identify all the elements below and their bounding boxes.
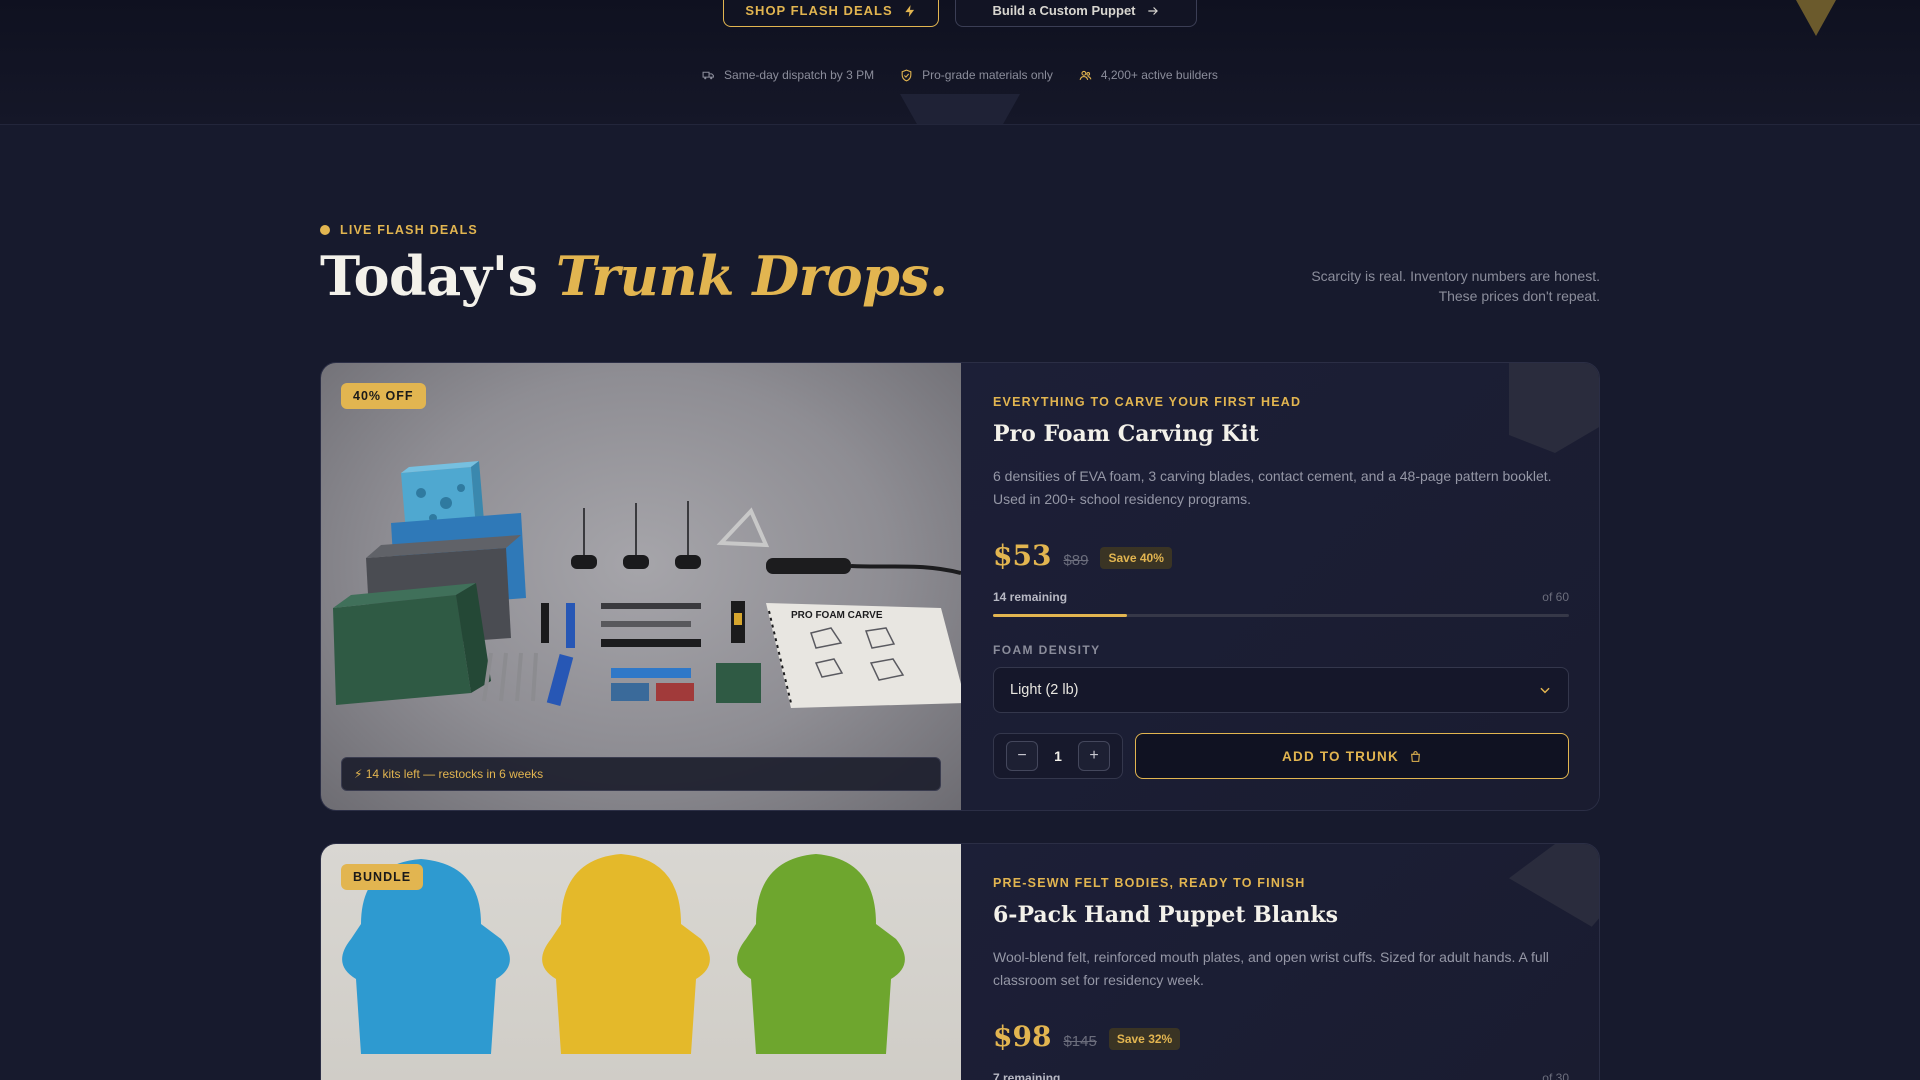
section-note-line-2: These prices don't repeat. bbox=[1438, 288, 1600, 304]
decrease-quantity-button[interactable]: − bbox=[1006, 741, 1038, 771]
price-original: $145 bbox=[1063, 1033, 1097, 1050]
trust-item-dispatch: Same-day dispatch by 3 PM bbox=[702, 68, 874, 82]
stock-total: of 60 bbox=[1542, 590, 1569, 604]
product-card-puppet-blanks: BUNDLE PRE-SEWN FELT BODIES, READY TO FI… bbox=[320, 843, 1600, 1080]
product-description: 6 densities of EVA foam, 3 carving blade… bbox=[993, 468, 1552, 507]
bundle-badge: BUNDLE bbox=[341, 864, 424, 890]
stock-remaining: 14 remaining bbox=[993, 590, 1068, 604]
live-dot-icon bbox=[320, 225, 330, 235]
chevron-down-icon bbox=[1540, 687, 1550, 694]
section-eyebrow: LIVE FLASH DEALS bbox=[320, 223, 478, 237]
quantity-stepper: − 1 + bbox=[993, 733, 1123, 779]
product-title: Pro Foam Carving Kit bbox=[993, 421, 1259, 447]
arrow-right-icon bbox=[1147, 6, 1158, 15]
stock-remaining: 7 remaining bbox=[993, 1071, 1061, 1080]
booklet-title: PRO FOAM CARVE bbox=[791, 610, 883, 621]
shop-flash-deals-button[interactable]: SHOP FLASH DEALS bbox=[723, 0, 939, 27]
trust-item-builders: 4,200+ active builders bbox=[1079, 68, 1218, 82]
trust-label: Same-day dispatch by 3 PM bbox=[724, 68, 875, 82]
shop-flash-deals-label: SHOP FLASH DEALS bbox=[745, 3, 893, 18]
section-note: Scarcity is real. Inventory numbers are … bbox=[1200, 266, 1600, 306]
price-current: $98 bbox=[993, 1020, 1052, 1053]
product-kicker: EVERYTHING TO CARVE YOUR FIRST HEAD bbox=[993, 395, 1302, 409]
price-original: $89 bbox=[1063, 552, 1089, 569]
buy-row: − 1 + ADD TO TRUNK bbox=[993, 733, 1569, 779]
discount-badge: 40% OFF bbox=[341, 383, 426, 409]
section-title-plain: Today's bbox=[320, 244, 556, 308]
product-details: EVERYTHING TO CARVE YOUR FIRST HEAD Pro … bbox=[961, 363, 1599, 810]
decorative-corner bbox=[1509, 363, 1599, 453]
product-kicker: PRE-SEWN FELT BODIES, READY TO FINISH bbox=[993, 876, 1306, 890]
section-note-line-1: Scarcity is real. Inventory numbers are … bbox=[1311, 268, 1600, 284]
select-value: Light (2 lb) bbox=[1010, 682, 1079, 698]
trust-label: 4,200+ active builders bbox=[1100, 68, 1218, 82]
decorative-triangle bbox=[1796, 0, 1836, 36]
price-row: $98 $145 Save 32% bbox=[993, 1020, 1569, 1053]
stock-progress-fill bbox=[993, 614, 1128, 617]
stock-note: ⚡ 14 kits left — restocks in 6 weeks bbox=[341, 757, 941, 791]
eyebrow-label: LIVE FLASH DEALS bbox=[340, 223, 478, 237]
trust-label: Pro-grade materials only bbox=[922, 68, 1053, 82]
option-label: FOAM DENSITY bbox=[993, 643, 1101, 657]
foam-density-select[interactable]: Light (2 lb) bbox=[993, 667, 1569, 713]
lightning-icon bbox=[904, 4, 914, 17]
trust-item-materials: Pro-grade materials only bbox=[900, 68, 1053, 82]
decorative-notch bbox=[900, 94, 1020, 124]
product-title: 6-Pack Hand Puppet Blanks bbox=[993, 902, 1338, 928]
build-custom-puppet-button[interactable]: Build a Custom Puppet bbox=[955, 0, 1197, 27]
save-badge: Save 32% bbox=[1108, 1028, 1181, 1050]
product-card-foam-kit: PRO FOAM CARVE 40% OFF ⚡ 14 kits left — … bbox=[320, 362, 1600, 811]
foam-kit-illustration: PRO FOAM CARVE bbox=[333, 461, 961, 708]
product-description: Wool-blend felt, reinforced mouth plates… bbox=[993, 949, 1549, 988]
quantity-value: 1 bbox=[1054, 748, 1062, 764]
product-image-foam-kit: PRO FOAM CARVE 40% OFF ⚡ 14 kits left — … bbox=[321, 363, 961, 810]
bag-icon bbox=[1411, 750, 1420, 762]
price-current: $53 bbox=[993, 539, 1052, 572]
add-to-trunk-button[interactable]: ADD TO TRUNK bbox=[1135, 733, 1569, 779]
stock-row: 14 remaining of 60 bbox=[993, 590, 1569, 604]
users-icon bbox=[1079, 70, 1092, 80]
stock-progress-bar bbox=[993, 614, 1569, 617]
trust-row: Same-day dispatch by 3 PM Pro-grade mate… bbox=[0, 68, 1920, 82]
save-badge: Save 40% bbox=[1100, 547, 1172, 569]
section-title-accent: Trunk Drops. bbox=[555, 244, 948, 308]
build-custom-puppet-label: Build a Custom Puppet bbox=[992, 3, 1136, 18]
section-title: Today's Trunk Drops. bbox=[320, 244, 948, 308]
add-to-trunk-label: ADD TO TRUNK bbox=[1282, 748, 1399, 764]
shield-icon bbox=[901, 69, 912, 82]
product-details: PRE-SEWN FELT BODIES, READY TO FINISH 6-… bbox=[961, 844, 1599, 1080]
stock-row: 7 remaining of 30 bbox=[993, 1071, 1569, 1080]
hero-strip: SHOP FLASH DEALS Build a Custom Puppet S… bbox=[0, 0, 1920, 125]
truck-icon bbox=[702, 71, 714, 79]
product-image-puppet-blanks: BUNDLE bbox=[321, 844, 961, 1080]
price-row: $53 $89 Save 40% bbox=[993, 539, 1569, 572]
stock-total: of 30 bbox=[1542, 1071, 1569, 1080]
increase-quantity-button[interactable]: + bbox=[1077, 741, 1110, 771]
